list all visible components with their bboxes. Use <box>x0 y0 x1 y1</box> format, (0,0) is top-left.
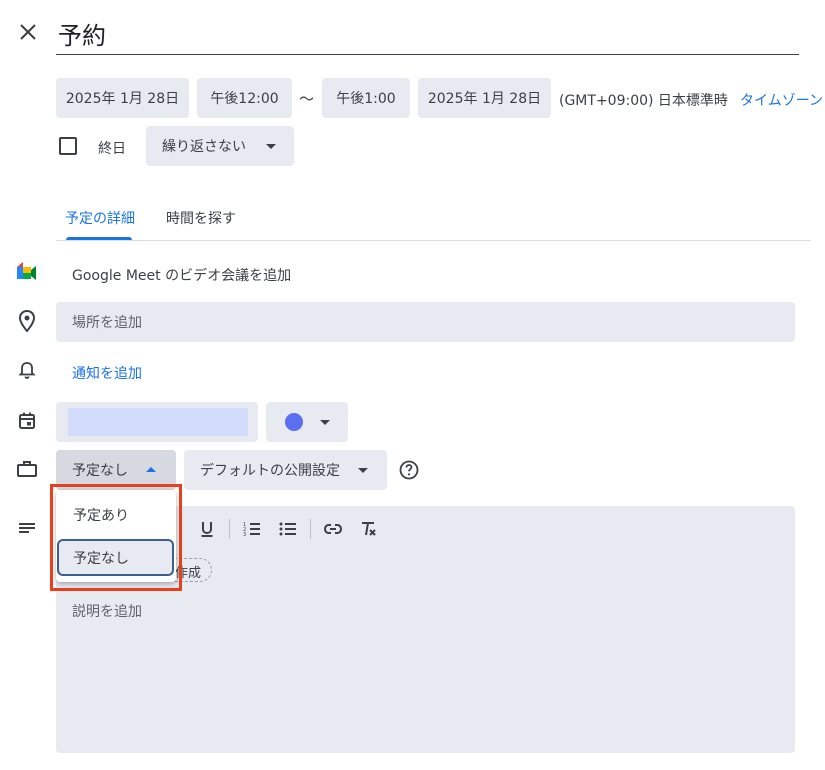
numbered-list-icon: 1 2 3 <box>243 522 260 538</box>
timezone-link[interactable]: タイムゾーン <box>740 90 823 110</box>
close-button[interactable] <box>16 20 40 44</box>
event-color-dropdown[interactable] <box>266 402 348 442</box>
end-date-text: 2025年 1月 28日 <box>427 91 542 107</box>
repeat-dropdown[interactable]: 繰り返さない <box>146 126 294 166</box>
end-time-button[interactable]: 午後1:00 <box>322 78 410 118</box>
start-date-button[interactable]: 2025年 1月 28日 <box>56 78 189 118</box>
clear-format-button[interactable] <box>356 517 380 541</box>
allday-checkbox[interactable] <box>59 137 77 155</box>
color-dot <box>285 413 303 431</box>
visibility-dropdown[interactable]: デフォルトの公開設定 <box>184 450 387 490</box>
allday-label: 終日 <box>98 141 126 157</box>
tab-event-details[interactable]: 予定の詳細 <box>56 198 142 240</box>
start-time-button[interactable]: 午後12:00 <box>197 78 292 118</box>
briefcase-icon <box>15 457 39 481</box>
link-button[interactable] <box>321 517 345 541</box>
location-input[interactable]: 場所を追加 <box>56 302 795 342</box>
bullet-list-button[interactable] <box>276 517 300 541</box>
title-field[interactable]: 予約 <box>56 6 799 55</box>
underline-icon <box>201 522 213 537</box>
visibility-value: デフォルトの公開設定 <box>200 463 340 479</box>
toolbar-divider <box>310 519 311 539</box>
availability-value: 予定なし <box>72 463 128 479</box>
clear-format-icon <box>362 522 376 536</box>
event-title: 予約 <box>58 22 106 50</box>
highlight-box <box>50 484 182 591</box>
start-date-text: 2025年 1月 28日 <box>65 91 180 107</box>
calendar-icon <box>15 409 39 433</box>
tabs-divider <box>56 240 811 241</box>
tab-find-time-label: 時間を探す <box>166 211 236 227</box>
help-icon[interactable] <box>398 459 420 481</box>
bell-icon <box>15 357 39 381</box>
chevron-down-icon <box>320 420 330 425</box>
repeat-value: 繰り返さない <box>162 139 246 155</box>
close-icon <box>20 24 36 40</box>
chevron-down-icon <box>358 468 368 473</box>
add-notification-link[interactable]: 通知を追加 <box>72 363 142 383</box>
toolbar-divider <box>229 519 230 539</box>
chevron-down-icon <box>266 144 276 149</box>
notes-icon <box>15 517 39 541</box>
google-meet-icon <box>15 261 39 285</box>
svg-text:3: 3 <box>243 532 246 538</box>
calendar-name-block <box>68 408 248 436</box>
location-pin-icon <box>15 309 39 333</box>
timezone-text: (GMT+09:00) 日本標準時 <box>559 93 728 109</box>
description-placeholder: 説明を追加 <box>72 604 142 620</box>
underline-button[interactable] <box>195 517 219 541</box>
chevron-up-icon <box>146 467 156 472</box>
location-placeholder: 場所を追加 <box>72 315 142 331</box>
time-separator: 〜 <box>299 90 315 108</box>
link-icon <box>323 524 343 534</box>
end-time-text: 午後1:00 <box>336 91 396 107</box>
end-date-button[interactable]: 2025年 1月 28日 <box>418 78 551 118</box>
calendar-select[interactable] <box>56 402 258 442</box>
bullet-list-icon <box>279 522 296 536</box>
add-meet-link[interactable]: Google Meet のビデオ会議を追加 <box>72 265 291 285</box>
start-time-text: 午後12:00 <box>210 91 279 107</box>
numbered-list-button[interactable]: 1 2 3 <box>240 517 264 541</box>
tab-find-time[interactable]: 時間を探す <box>158 198 248 240</box>
tab-event-details-label: 予定の詳細 <box>65 211 135 227</box>
